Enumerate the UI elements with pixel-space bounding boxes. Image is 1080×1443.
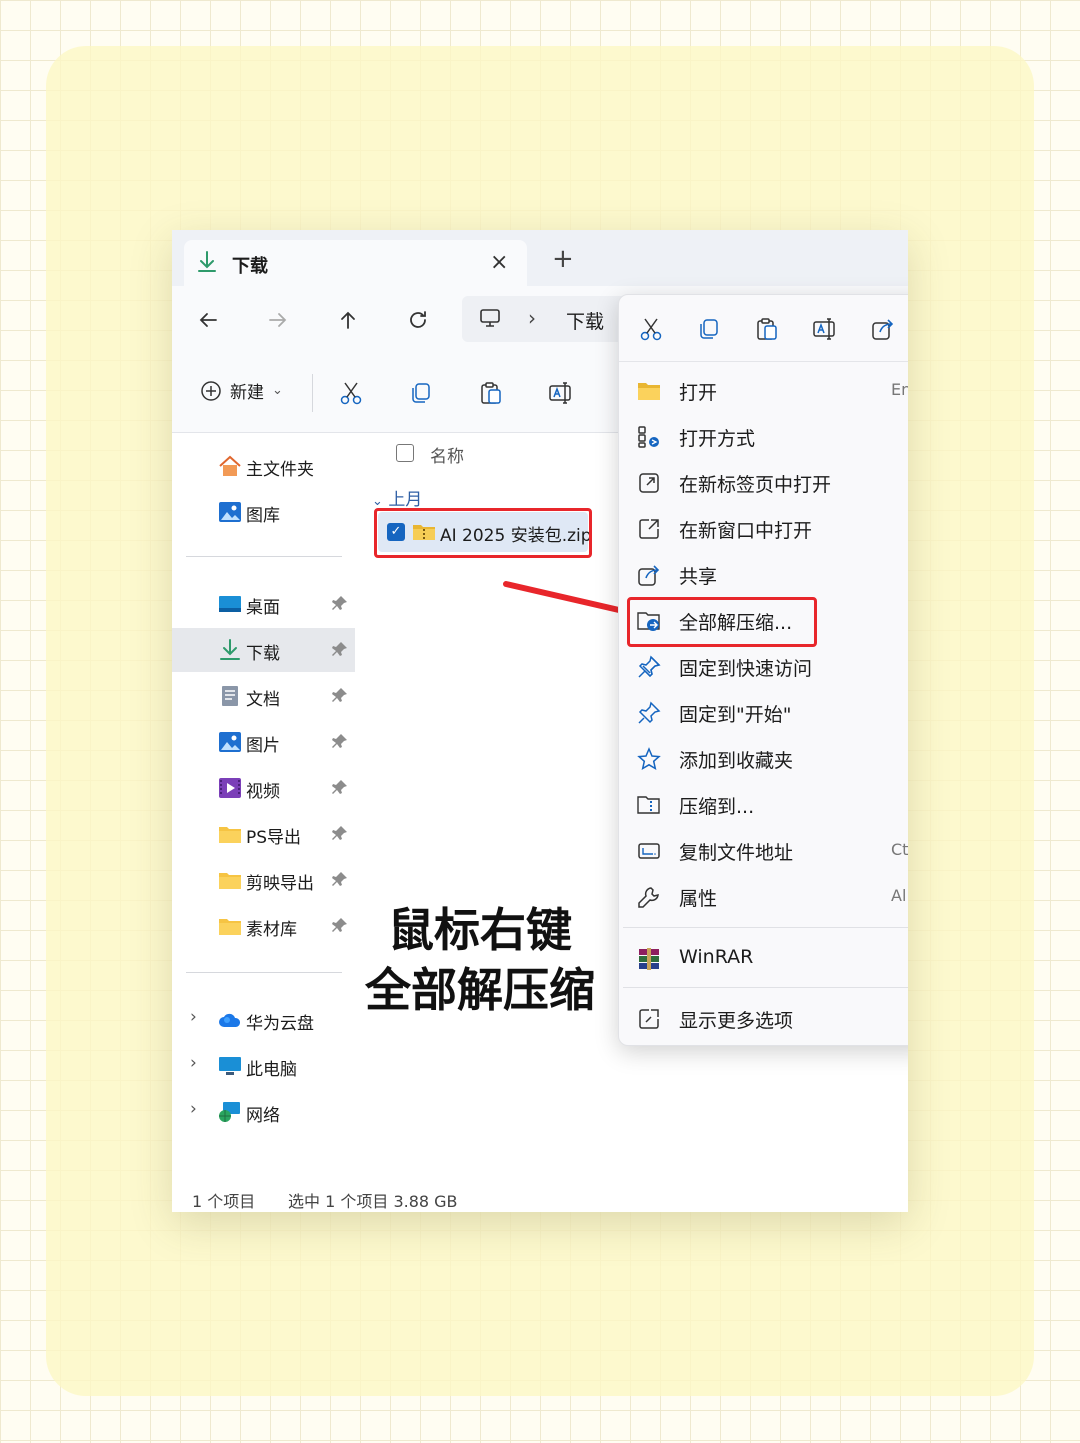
menu-item-label: 属性 xyxy=(679,888,718,910)
folder-open-icon xyxy=(637,379,661,403)
paste-button[interactable] xyxy=(751,313,783,345)
menu-item-label: 添加到收藏夹 xyxy=(679,750,794,772)
context-menu: 打开 En 打开方式 在新标签页中打开 在新窗口中打开 共享 全部解压缩... … xyxy=(618,294,908,1046)
star-icon xyxy=(637,747,661,771)
menu-separator xyxy=(623,987,908,988)
menu-item-pin-start[interactable]: 固定到"开始" xyxy=(619,689,908,735)
menu-item-label: 在新窗口中打开 xyxy=(679,520,813,542)
menu-item-label: 复制文件地址 xyxy=(679,842,794,864)
menu-item-label: WinRAR xyxy=(679,946,754,968)
menu-item-label: 固定到"开始" xyxy=(679,704,792,726)
menu-item-label: 在新标签页中打开 xyxy=(679,474,832,496)
menu-item-label: 压缩到... xyxy=(679,796,755,818)
menu-item-copy-path[interactable]: 复制文件地址 Ct xyxy=(619,827,908,873)
pin-icon xyxy=(637,655,661,679)
menu-item-shortcut: En xyxy=(891,380,908,399)
menu-item-label: 打开方式 xyxy=(679,428,756,450)
menu-item-share[interactable]: 共享 xyxy=(619,551,908,597)
properties-icon xyxy=(637,885,661,909)
context-menu-clip: 打开 En 打开方式 在新标签页中打开 在新窗口中打开 共享 全部解压缩... … xyxy=(0,0,908,1443)
rename-icon xyxy=(813,318,835,340)
new-tab-icon xyxy=(637,471,661,495)
share-button[interactable] xyxy=(867,313,899,345)
rename-button[interactable] xyxy=(809,313,841,345)
open-with-icon xyxy=(637,425,661,449)
menu-item-open-new-tab[interactable]: 在新标签页中打开 xyxy=(619,459,908,505)
menu-item-pin-quick-access[interactable]: 固定到快速访问 xyxy=(619,643,908,689)
compress-icon xyxy=(637,793,661,817)
winrar-icon xyxy=(637,947,661,971)
menu-item-label: 显示更多选项 xyxy=(679,1010,794,1032)
menu-item-winrar[interactable]: WinRAR xyxy=(619,935,908,981)
paste-icon xyxy=(757,318,777,340)
menu-item-compress-to[interactable]: 压缩到... xyxy=(619,781,908,827)
highlight-box-extract xyxy=(627,597,817,647)
menu-item-label: 打开 xyxy=(679,382,718,404)
scissors-icon xyxy=(640,318,662,341)
pin-start-icon xyxy=(637,701,661,725)
new-window-icon xyxy=(637,517,661,541)
menu-item-label: 共享 xyxy=(679,566,718,588)
menu-item-open-with[interactable]: 打开方式 xyxy=(619,413,908,459)
copy-path-icon xyxy=(637,839,661,863)
menu-item-label: 固定到快速访问 xyxy=(679,658,813,680)
menu-item-shortcut: Ct xyxy=(891,840,908,859)
menu-separator xyxy=(623,927,908,928)
menu-item-open[interactable]: 打开 En xyxy=(619,367,908,413)
copy-button[interactable] xyxy=(693,313,725,345)
show-more-icon xyxy=(637,1007,661,1031)
menu-item-open-new-window[interactable]: 在新窗口中打开 xyxy=(619,505,908,551)
menu-item-properties[interactable]: 属性 Al xyxy=(619,873,908,919)
menu-item-shortcut: Al xyxy=(891,886,907,905)
share-icon xyxy=(637,563,661,587)
menu-item-show-more[interactable]: 显示更多选项 xyxy=(619,995,908,1041)
menu-item-add-favorites[interactable]: 添加到收藏夹 xyxy=(619,735,908,781)
cut-button[interactable] xyxy=(635,313,667,345)
copy-icon xyxy=(700,319,718,339)
context-menu-quick-actions xyxy=(619,295,908,362)
share-icon xyxy=(872,319,894,340)
